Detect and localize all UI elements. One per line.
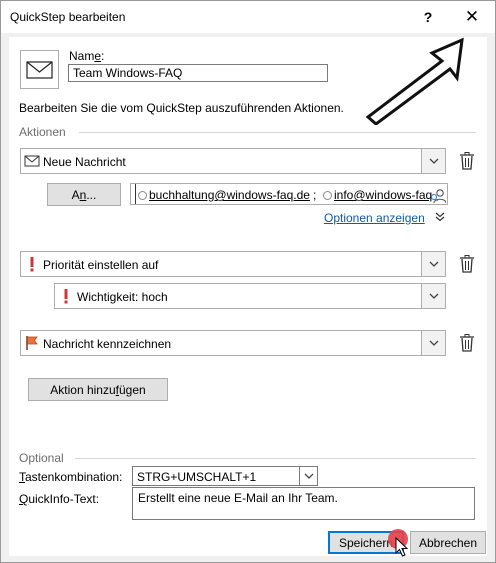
- name-input[interactable]: Team Windows-FAQ: [68, 64, 328, 82]
- tooltip-text-input[interactable]: Erstellt eine neue E-Mail an Ihr Team.: [132, 487, 475, 520]
- help-icon: ?: [423, 9, 433, 25]
- window-title: QuickStep bearbeiten: [10, 10, 126, 24]
- action-priority-select[interactable]: Priorität einstellen auf: [20, 251, 446, 277]
- text-caret: [135, 184, 136, 204]
- chevron-down-icon[interactable]: [421, 252, 445, 276]
- cancel-button[interactable]: Abbrechen: [410, 531, 486, 554]
- shortcut-select[interactable]: STRG+UMSCHALT+1: [132, 466, 318, 486]
- recipient-separator: ;: [313, 188, 317, 202]
- recipient-token[interactable]: buchhaltung@windows-faq.de: [138, 188, 310, 202]
- arrow-annotation-icon: [365, 37, 464, 125]
- to-recipients-button[interactable]: An...: [47, 183, 121, 206]
- name-label: Name:: [69, 49, 105, 63]
- exclamation-icon: [64, 289, 68, 304]
- importance-select[interactable]: Wichtigkeit: hoch: [54, 283, 446, 309]
- instruction-text: Bearbeiten Sie die vom QuickStep auszufü…: [19, 101, 344, 115]
- recipients-field[interactable]: buchhaltung@windows-faq.de ; info@window…: [130, 183, 448, 205]
- quickstep-icon-button[interactable]: [20, 50, 59, 89]
- action-priority-label: Priorität einstellen auf: [43, 258, 159, 272]
- delete-action-priority-icon[interactable]: [459, 255, 475, 273]
- shortcut-value: STRG+UMSCHALT+1: [137, 470, 257, 484]
- action-new-message-label: Neue Nachricht: [43, 155, 126, 169]
- quickstep-dialog: QuickStep bearbeiten ? ✕ Name: Team Wind…: [0, 0, 496, 563]
- actions-group-label: Aktionen: [19, 125, 66, 139]
- delete-action-flag-icon[interactable]: [459, 334, 475, 352]
- help-button[interactable]: ?: [405, 1, 451, 33]
- close-icon: ✕: [464, 7, 480, 26]
- show-options-link[interactable]: Optionen anzeigen: [324, 211, 425, 225]
- chevron-down-icon[interactable]: [421, 331, 445, 355]
- double-chevron-down-icon[interactable]: [435, 212, 445, 222]
- action-flag-message-select[interactable]: Nachricht kennzeichnen: [20, 330, 446, 356]
- action-new-message-select[interactable]: Neue Nachricht: [20, 148, 446, 174]
- add-action-button[interactable]: Aktion hinzu f ügen: [28, 378, 168, 401]
- chevron-down-icon[interactable]: [421, 149, 445, 173]
- check-names-icon[interactable]: [430, 188, 446, 204]
- actions-group-divider: [79, 132, 476, 133]
- chevron-down-icon[interactable]: [421, 284, 445, 308]
- close-button[interactable]: ✕: [449, 1, 495, 33]
- exclamation-icon: [30, 257, 34, 272]
- optional-group-label: Optional: [19, 451, 64, 465]
- flag-icon: [26, 336, 38, 350]
- title-bar: QuickStep bearbeiten ? ✕: [1, 1, 495, 33]
- importance-value: Wichtigkeit: hoch: [77, 290, 168, 304]
- shortcut-label: Tastenkombination:: [19, 470, 123, 484]
- optional-group-divider: [75, 458, 476, 459]
- envelope-icon: [26, 61, 53, 79]
- chevron-down-icon[interactable]: [299, 467, 317, 485]
- recipient-token[interactable]: info@windows-faq: [323, 188, 432, 202]
- envelope-icon: [24, 155, 40, 167]
- mouse-cursor-icon: [395, 537, 409, 557]
- action-flag-message-label: Nachricht kennzeichnen: [43, 337, 172, 351]
- dialog-body: Name: Team Windows-FAQ Bearbeiten Sie di…: [9, 37, 487, 557]
- tooltip-text-label: QuickInfo-Text:: [19, 492, 100, 506]
- delete-action-new-message-icon[interactable]: [459, 152, 475, 170]
